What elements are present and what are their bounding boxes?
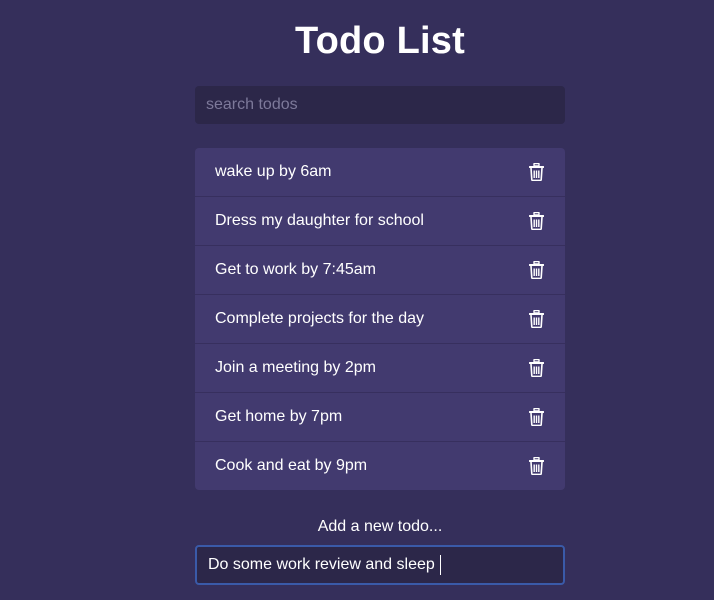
page-title: Todo List [295,20,465,62]
todo-text: Cook and eat by 9pm [215,457,368,474]
todo-item: Cook and eat by 9pm [195,442,565,490]
todo-item: Join a meeting by 2pm [195,344,565,393]
trash-icon[interactable] [528,212,545,230]
todo-item: wake up by 6am [195,148,565,197]
trash-icon-graphic [529,359,544,377]
todo-text: Dress my daughter for school [215,212,424,229]
search-input[interactable] [195,86,565,124]
trash-icon-graphic [529,457,544,475]
trash-icon-graphic [529,310,544,328]
todo-app: Todo List wake up by 6am Dress my daught… [195,0,565,585]
todo-item: Get to work by 7:45am [195,246,565,295]
todo-item: Get home by 7pm [195,393,565,442]
trash-icon-graphic [529,212,544,230]
text-caret [439,555,441,575]
add-todo-value: Do some work review and sleep [208,556,435,573]
trash-icon[interactable] [528,359,545,377]
trash-icon-graphic [529,408,544,426]
add-todo-input[interactable]: Do some work review and sleep [195,545,565,585]
trash-icon[interactable] [528,457,545,475]
trash-icon[interactable] [528,261,545,279]
todo-text: Get to work by 7:45am [215,261,376,278]
trash-icon-graphic [529,261,544,279]
todo-list: wake up by 6am Dress my daughter for sch… [195,148,565,490]
todo-text: Join a meeting by 2pm [215,359,376,376]
todo-item: Complete projects for the day [195,295,565,344]
search-form [195,86,565,124]
trash-icon-graphic [529,163,544,181]
todo-text: Get home by 7pm [215,408,343,425]
trash-icon[interactable] [528,163,545,181]
todo-item: Dress my daughter for school [195,197,565,246]
todo-text: wake up by 6am [215,163,332,180]
trash-icon[interactable] [528,310,545,328]
add-todo-label: Add a new todo... [317,518,443,535]
todo-text: Complete projects for the day [215,310,424,327]
trash-icon[interactable] [528,408,545,426]
